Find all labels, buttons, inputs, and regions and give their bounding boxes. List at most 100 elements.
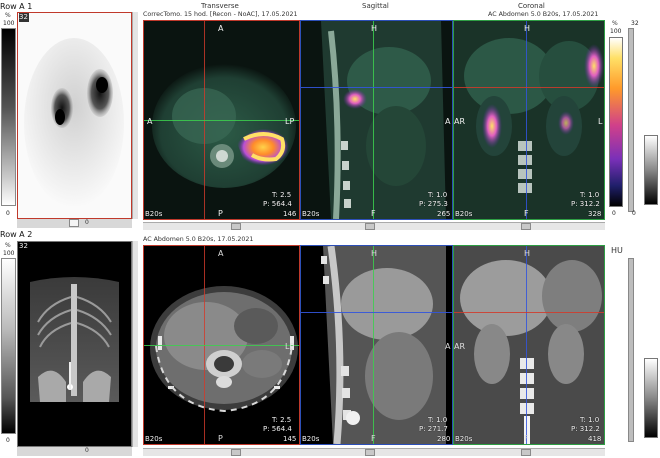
coronal-crosshair-horizontal[interactable] — [454, 87, 604, 88]
row-a2-scale-top: 100 — [3, 250, 15, 257]
ct-sagittal-crosshair-horizontal[interactable] — [301, 312, 452, 313]
fusion-transverse-orient-left: A — [147, 117, 153, 126]
fusion-ct-grayscale-bar[interactable] — [644, 135, 658, 205]
fusion-coronal-orient-bottom: F — [524, 209, 529, 218]
fusion-coronal-viewport[interactable]: H AR L F T: 1.0 P: 312.2 B20s 328 — [453, 20, 605, 220]
fusion-transverse-orient-right: LP — [285, 117, 295, 126]
fusion-sagittal-kernel: B20s — [302, 210, 320, 218]
ct-transverse-orient-left: D — [144, 342, 145, 351]
ct-sagittal-image — [321, 246, 446, 444]
row-a2-bottom-marker: 0 — [85, 447, 89, 454]
ct-mip-viewport[interactable]: 32 — [17, 241, 132, 447]
row-a1-scale-bottom: 0 — [6, 210, 10, 217]
fusion-sagittal-slice: 265 — [437, 210, 451, 218]
fusion-transverse-viewport[interactable]: A A LP P T: 2.5 P: 564.4 B20s 146 — [143, 20, 300, 220]
mip-horizontal-scrollbar[interactable] — [17, 447, 132, 456]
fusion-colorbar-right-top: 32 — [631, 20, 639, 27]
ct-coronal-slice: 418 — [588, 435, 602, 443]
row-a2-label: Row A 2 — [0, 230, 33, 239]
fusion-sagittal-orient-left: A — [445, 117, 451, 126]
fusion-pet-colorbar[interactable] — [609, 37, 623, 207]
ct-sagittal-viewport[interactable]: H A F T: 1.0 P: 271.7 B20s 280 — [300, 245, 453, 445]
ct-coronal-orient-bottom: F — [524, 434, 529, 443]
fusion-coronal-p: P: 312.2 — [571, 200, 600, 208]
ct-horizontal-scrollbar[interactable] — [143, 448, 605, 456]
view-label-coronal: Coronal — [518, 2, 545, 10]
ct-transverse-scroll-knob[interactable] — [231, 449, 241, 456]
mip-vertical-scrollbar[interactable] — [132, 241, 138, 447]
fusion-coronal-kernel: B20s — [455, 210, 473, 218]
fusion-coronal-t: T: 1.0 — [580, 191, 600, 199]
ct-sagittal-orient-top: H — [371, 249, 378, 258]
ct-coronal-viewport[interactable]: H AR F T: 1.0 P: 312.2 B20s 418 — [453, 245, 605, 445]
row-a1-gray-scale[interactable] — [1, 28, 16, 206]
fusion-transverse-orient-top: A — [218, 24, 224, 33]
planar-scan-viewport[interactable]: 32 — [17, 12, 132, 219]
fusion-coronal-orient-left: AR — [454, 117, 466, 126]
ct-grayscale-bar[interactable] — [644, 358, 658, 438]
fusion-transverse-scroll-knob[interactable] — [231, 223, 241, 230]
ct-coronal-orient-left: AR — [454, 342, 466, 351]
planar-vertical-scrollbar[interactable] — [132, 12, 138, 219]
ct-sagittal-orient-left: A — [445, 342, 451, 351]
ct-coronal-crosshair-vertical[interactable] — [526, 246, 527, 444]
row-a2-percent-label: % — [5, 242, 11, 249]
ct-mip-image — [30, 277, 119, 402]
fusion-colorbar-percent-label: % — [612, 20, 618, 27]
row-a1-percent-label: % — [5, 12, 11, 19]
sagittal-crosshair-vertical[interactable] — [373, 21, 374, 219]
ct-sagittal-scroll-knob[interactable] — [365, 449, 375, 456]
ct-sagittal-p: P: 271.7 — [419, 425, 448, 433]
ct-series-label: AC Abdomen 5.0 B20s, 17.05.2021 — [143, 236, 254, 243]
ct-transverse-orient-bottom: P — [218, 434, 223, 443]
ct-coronal-t: T: 1.0 — [580, 416, 600, 424]
coronal-crosshair-vertical[interactable] — [526, 21, 527, 219]
view-label-transverse: Transverse — [201, 2, 239, 10]
fusion-coronal-image — [454, 21, 604, 219]
fusion-sagittal-viewport[interactable]: H A F T: 1.0 P: 275.3 B20s 265 — [300, 20, 453, 220]
fusion-sagittal-p: P: 275.3 — [419, 200, 448, 208]
planar-kidney-image — [24, 38, 124, 208]
fusion-horizontal-scrollbar[interactable] — [143, 222, 605, 230]
planar-scroll-knob[interactable] — [69, 219, 79, 227]
ct-transverse-viewport[interactable]: A D LP P T: 2.5 P: 564.4 B20s 145 — [143, 245, 300, 445]
fusion-sagittal-orient-bottom: F — [371, 209, 376, 218]
fusion-colorbar-top: 100 — [610, 28, 622, 35]
fusion-transverse-p: P: 564.4 — [263, 200, 292, 208]
fusion-sagittal-image — [321, 21, 446, 219]
ct-transverse-orient-top: A — [218, 249, 224, 258]
fusion-sagittal-orient-top: H — [371, 24, 378, 33]
ct-coronal-crosshair-horizontal[interactable] — [454, 312, 604, 313]
ct-coronal-kernel: B20s — [455, 435, 473, 443]
ct-sagittal-crosshair-vertical[interactable] — [373, 246, 374, 444]
app-root: Row A 1 % 100 0 32 0 Row A 2 % 100 0 32 … — [0, 0, 660, 458]
ct-sagittal-slice: 280 — [437, 435, 451, 443]
fusion-transverse-kernel: B20s — [145, 210, 163, 218]
planar-horizontal-scrollbar[interactable] — [17, 219, 132, 228]
ct-coronal-p: P: 312.2 — [571, 425, 600, 433]
row-a1-bottom-marker: 0 — [85, 219, 89, 226]
ct-window-slider[interactable] — [628, 258, 634, 442]
view-label-sagittal: Sagittal — [362, 2, 389, 10]
fusion-coronal-scroll-knob[interactable] — [521, 223, 531, 230]
fusion-transverse-slice: 146 — [283, 210, 297, 218]
fusion-series-right: AC Abdomen 5.0 B20s, 17.05.2021 — [488, 11, 599, 18]
ct-coronal-scroll-knob[interactable] — [521, 449, 531, 456]
fusion-colorbar-right-bottom: 0 — [632, 210, 636, 217]
row-a2-gray-scale[interactable] — [1, 258, 16, 434]
row-a1-label: Row A 1 — [0, 2, 33, 11]
ct-transverse-kernel: B20s — [145, 435, 163, 443]
ct-coronal-orient-top: H — [524, 249, 531, 258]
ct-transverse-p: P: 564.4 — [263, 425, 292, 433]
ct-transverse-orient-right: LP — [285, 342, 295, 351]
ct-sagittal-kernel: B20s — [302, 435, 320, 443]
fusion-coronal-orient-right: L — [598, 117, 603, 126]
fusion-transverse-t: T: 2.5 — [272, 191, 292, 199]
sagittal-crosshair-horizontal[interactable] — [301, 87, 452, 88]
transverse-crosshair-horizontal[interactable] — [144, 120, 299, 121]
ct-transverse-crosshair-horizontal[interactable] — [144, 345, 299, 346]
fusion-window-slider[interactable] — [628, 28, 634, 212]
fusion-transverse-orient-bottom: P — [218, 209, 223, 218]
fusion-sagittal-scroll-knob[interactable] — [365, 223, 375, 230]
fusion-colorbar-bottom: 0 — [612, 210, 616, 217]
